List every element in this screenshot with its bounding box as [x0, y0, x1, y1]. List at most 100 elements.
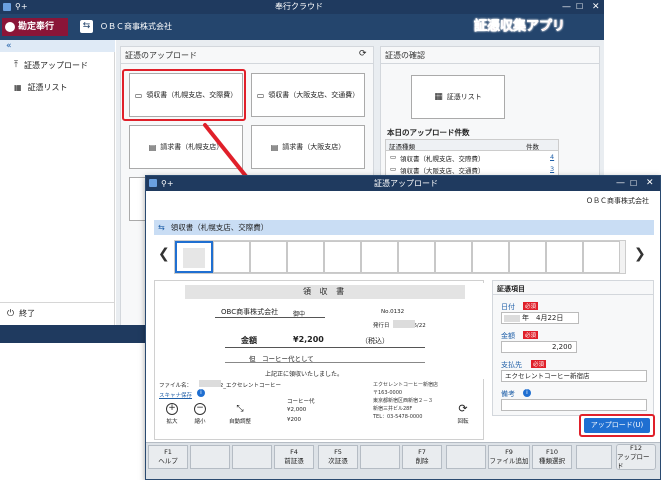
- receipt-amount: ¥2,200: [293, 335, 324, 344]
- category-label: 領収書（札幌支店、交際費）: [170, 223, 269, 232]
- sidebar-item-upload[interactable]: ⤒ 証憑アップロード: [14, 58, 114, 72]
- upload-button[interactable]: アップロード(U): [584, 418, 650, 433]
- receipt-addressee: OBC商事株式会社: [221, 308, 279, 316]
- thumbnail-slot[interactable]: [435, 241, 472, 273]
- maximize-button[interactable]: ☐: [576, 0, 583, 14]
- receipt-icon: ▭: [390, 153, 397, 161]
- info-icon[interactable]: i: [523, 389, 531, 397]
- auto-adjust-button[interactable]: ⤡ 自動調整: [225, 403, 255, 425]
- upload-button-invoice-osaka[interactable]: ▤ 請求書（大阪支店）: [251, 125, 365, 169]
- zoom-in-button[interactable]: + 拡大: [163, 403, 181, 425]
- brand-logo: 勘定奉行: [2, 18, 68, 36]
- count-link[interactable]: 4: [550, 153, 554, 161]
- amount-label: 金額: [501, 332, 515, 340]
- fkey-f1-help[interactable]: F1 ヘルプ: [148, 445, 188, 469]
- exit-label: 終了: [19, 309, 36, 318]
- receipt-image: 領 収 書 OBC商事株式会社 御中 No.0132 発行日 /6/22 金額 …: [185, 283, 485, 379]
- thumbnail-slot[interactable]: [250, 241, 287, 273]
- fkey-f3[interactable]: [232, 445, 272, 469]
- refresh-icon[interactable]: ⟳: [359, 49, 367, 59]
- today-count-table: 証憑種類 件数 ▭ 領収書（札幌支店、交際費） 4 ▭ 領収書（大阪支店、交通費…: [385, 139, 559, 177]
- app-banner: 証憑収集アプリ: [474, 19, 566, 35]
- fkey-f6[interactable]: [360, 445, 400, 469]
- sidebar: « ⤒ 証憑アップロード ▦ 証憑リスト ⏻ 終了: [0, 40, 115, 325]
- exit-button[interactable]: ⏻ 終了: [0, 302, 114, 324]
- count-link[interactable]: 3: [550, 165, 554, 173]
- search-icon[interactable]: ⚲+: [161, 176, 174, 191]
- preview-area: 領 収 書 OBC商事株式会社 御中 No.0132 発行日 /6/22 金額 …: [154, 280, 485, 440]
- main-title-bar: ⚲+ 奉行クラウド — ☐ ✕: [0, 0, 604, 14]
- close-button[interactable]: ✕: [592, 0, 600, 14]
- payee-field[interactable]: エクセレントコーヒー新宿店: [501, 370, 647, 382]
- app-icon: [3, 3, 11, 11]
- highlight-receipt-sapporo: [122, 69, 246, 121]
- dialog-app-icon: [149, 179, 157, 187]
- thumbnail-slot[interactable]: [213, 241, 250, 273]
- receipt-heading: 領 収 書: [303, 287, 348, 296]
- required-badge: 必須: [523, 331, 539, 339]
- thumbnail-slot[interactable]: [361, 241, 398, 273]
- fkey-f11[interactable]: [576, 445, 612, 469]
- upload-button-invoice-sapporo[interactable]: ▤ 請求書（札幌支店）: [129, 125, 243, 169]
- power-icon: ⏻: [7, 308, 15, 319]
- fkey-f10-select-type[interactable]: F10 種類選択: [532, 445, 572, 469]
- sidebar-item-label: 証憑アップロード: [23, 60, 88, 70]
- fkey-f7-delete[interactable]: F7 削除: [402, 445, 442, 469]
- rotate-button[interactable]: ⟳ 回転: [451, 402, 475, 426]
- fkey-f8[interactable]: [446, 445, 486, 469]
- switch-category-icon[interactable]: ⇆: [158, 223, 165, 232]
- sidebar-item-label: 証憑リスト: [27, 82, 68, 92]
- confirm-section-title: 証憑の確認: [385, 51, 425, 60]
- thumbnail-selected[interactable]: [175, 241, 213, 273]
- thumbnail-slot[interactable]: [398, 241, 435, 273]
- rotate-icon: ⟳: [458, 402, 468, 415]
- thumbnail-slot[interactable]: [583, 241, 620, 273]
- fkey-f9-add-file[interactable]: F9 ファイル追加: [488, 445, 530, 469]
- list-icon: ▦: [434, 92, 443, 102]
- fkey-f5-next[interactable]: F5 次証憑: [318, 445, 358, 469]
- document-list-button[interactable]: ▦ 証憑リスト: [411, 75, 505, 119]
- main-header: 勘定奉行 ⇆ ＯＢＣ商事株式会社 証憑収集アプリ: [0, 14, 604, 40]
- switch-company-icon[interactable]: ⇆: [80, 20, 93, 33]
- fields-panel: 証憑項目 日付 必須 年 4月22日 金額 必須 2,200 支払先 必須 エク…: [492, 280, 654, 416]
- thumbnail-slot[interactable]: [546, 241, 583, 273]
- upload-dialog: ⚲+ 証憑アップロード — ☐ ✕ ＯＢＣ商事株式会社 ⇆ 領収書（札幌支店、交…: [145, 175, 661, 480]
- sidebar-collapse-button[interactable]: «: [0, 40, 115, 52]
- fkey-f4-previous[interactable]: F4 前証憑: [274, 445, 314, 469]
- dialog-minimize-button[interactable]: —: [616, 176, 625, 191]
- dialog-close-button[interactable]: ✕: [646, 176, 654, 191]
- thumbnail-slot[interactable]: [324, 241, 361, 273]
- company-name: ＯＢＣ商事株式会社: [100, 22, 172, 31]
- thumbnail-slot[interactable]: [509, 241, 546, 273]
- prev-thumbnail-button[interactable]: ❮: [158, 246, 170, 262]
- receipt-icon: ▭: [256, 90, 265, 100]
- note-field[interactable]: [501, 399, 647, 411]
- dialog-maximize-button[interactable]: ☐: [630, 176, 637, 191]
- amount-field[interactable]: 2,200: [501, 341, 577, 353]
- receipt-icon: ▭: [390, 165, 397, 173]
- upload-section-title: 証憑のアップロード: [125, 51, 197, 60]
- receipt-line-item: ¥200: [287, 417, 301, 423]
- invoice-icon: ▤: [148, 142, 157, 152]
- next-thumbnail-button[interactable]: ❯: [634, 246, 646, 262]
- table-row: ▭ 領収書（大阪支店、交通費） 3: [390, 165, 555, 175]
- receipt-line-item: コーヒー代: [287, 399, 315, 405]
- fkey-f2[interactable]: [190, 445, 230, 469]
- thumbnail-slot[interactable]: [472, 241, 509, 273]
- zoom-out-button[interactable]: − 縮小: [191, 403, 209, 425]
- dialog-company-name: ＯＢＣ商事株式会社: [586, 197, 649, 205]
- fkey-f12-upload[interactable]: F12 アップロード: [616, 444, 656, 470]
- list-icon: ▦: [14, 82, 22, 92]
- brand-mark-icon: [5, 22, 15, 32]
- zoom-out-icon: −: [194, 403, 206, 415]
- dialog-title-bar: ⚲+ 証憑アップロード — ☐ ✕: [146, 176, 660, 191]
- scanner-save-link[interactable]: スキャナ保存: [159, 391, 192, 399]
- sidebar-item-list[interactable]: ▦ 証憑リスト: [14, 80, 114, 94]
- search-icon[interactable]: ⚲+: [15, 0, 28, 14]
- table-row: ▭ 領収書（札幌支店、交際費） 4: [390, 153, 555, 163]
- minimize-button[interactable]: —: [562, 0, 571, 14]
- upload-button-receipt-osaka[interactable]: ▭ 領収書（大阪支店、交通費）: [251, 73, 365, 117]
- info-icon[interactable]: i: [197, 389, 205, 397]
- date-field[interactable]: 年 4月22日: [501, 312, 579, 324]
- thumbnail-slot[interactable]: [287, 241, 324, 273]
